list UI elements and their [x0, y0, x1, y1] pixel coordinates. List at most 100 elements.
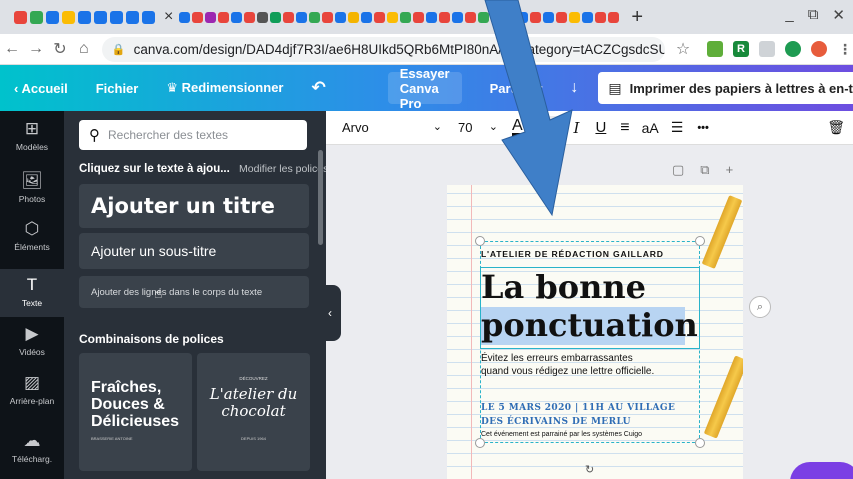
- tab-favicon-icon[interactable]: [94, 10, 107, 24]
- modify-fonts-link[interactable]: Modifier les polices: [239, 163, 328, 175]
- share-button[interactable]: Partager: [476, 81, 557, 96]
- font-combo-card-2[interactable]: DÉCOUVREZ L'atelier du chocolat DEPUIS 1…: [197, 353, 310, 471]
- extension-green-icon[interactable]: [707, 41, 723, 57]
- tab-favicon-icon[interactable]: [517, 11, 529, 23]
- duplicate-page-icon[interactable]: ⧉: [700, 162, 709, 178]
- tab-favicon-icon[interactable]: [426, 11, 438, 23]
- add-subtitle-button[interactable]: Ajouter un sous-titre: [79, 233, 309, 269]
- tab-favicon-icon[interactable]: [322, 11, 334, 23]
- tab-favicon-icon[interactable]: [62, 10, 75, 24]
- letterhead-header[interactable]: L'ATELIER DE RÉDACTION GAILLARD: [481, 249, 664, 259]
- selection-handle[interactable]: [475, 236, 485, 246]
- underline-button[interactable]: U: [595, 119, 606, 136]
- download-icon[interactable]: ↓: [556, 79, 592, 97]
- address-bar[interactable]: 🔒 canva.com/design/DAD4djf7R3I/ae6H8UIkd…: [101, 36, 666, 62]
- font-size-dropdown[interactable]: 70 ⌄: [458, 120, 498, 135]
- tab-favicon-icon[interactable]: [335, 11, 347, 23]
- tab-favicon-icon[interactable]: [413, 11, 425, 23]
- tab-favicon-icon[interactable]: [46, 10, 59, 24]
- tab-favicon-icon[interactable]: [244, 11, 256, 23]
- home-icon[interactable]: ⌂: [72, 40, 96, 58]
- tab-favicon-icon[interactable]: [465, 11, 477, 23]
- rail-item-1[interactable]: 🖼 Photos: [0, 171, 64, 211]
- tab-favicon-icon[interactable]: [30, 10, 43, 24]
- rail-item-4[interactable]: ▶ Vidéos: [0, 324, 64, 364]
- collapse-panel-button[interactable]: ‹: [319, 285, 341, 341]
- panel-scrollbar[interactable]: [318, 150, 323, 245]
- selection-handle[interactable]: [695, 236, 705, 246]
- tab-favicon-icon[interactable]: [78, 10, 91, 24]
- font-dropdown[interactable]: Arvo ⌄: [342, 120, 442, 135]
- list-button[interactable]: ☰: [671, 119, 684, 136]
- extension-gray-icon[interactable]: [759, 41, 775, 57]
- tab-favicon-icon[interactable]: [504, 11, 516, 23]
- rail-item-3[interactable]: T Texte: [0, 269, 64, 317]
- tab-favicon-icon[interactable]: [595, 11, 607, 23]
- tab-favicon-icon[interactable]: [179, 11, 191, 23]
- undo-icon[interactable]: ↶: [297, 78, 339, 98]
- selection-handle[interactable]: [475, 438, 485, 448]
- more-options-button[interactable]: •••: [697, 122, 709, 134]
- browser-menu-icon[interactable]: ⋮: [837, 41, 853, 57]
- new-tab-button[interactable]: +: [631, 6, 643, 29]
- tab-favicon-icon[interactable]: [452, 11, 464, 23]
- home-button[interactable]: ‹ Accueil: [0, 81, 82, 96]
- tab-favicons-more[interactable]: [179, 7, 621, 27]
- tab-favicon-icon[interactable]: [569, 11, 581, 23]
- try-pro-button[interactable]: Essayer Canva Pro: [387, 66, 462, 111]
- tab-favicon-icon[interactable]: [205, 11, 217, 23]
- align-button[interactable]: ≡: [620, 119, 629, 137]
- tab-favicon-icon[interactable]: [348, 11, 360, 23]
- tab-favicon-icon[interactable]: [231, 11, 243, 23]
- tab-favicon-icon[interactable]: [478, 11, 490, 23]
- rotate-icon[interactable]: ↻: [585, 463, 594, 476]
- add-body-button[interactable]: Ajouter des lignes dans le corps du text…: [79, 276, 309, 308]
- rail-item-5[interactable]: ▨ Arrière-plan: [0, 373, 64, 413]
- event-info[interactable]: LE 5 MARS 2020 | 11H AU VILLAGE DES ÉCRI…: [481, 401, 675, 429]
- tab-close-icon[interactable]: ×: [164, 8, 173, 26]
- help-button[interactable]: [790, 462, 853, 479]
- back-arrow-icon[interactable]: ←: [0, 40, 24, 58]
- page-body-text[interactable]: Évitez les erreurs embarrassantes quand …: [481, 352, 654, 378]
- italic-button[interactable]: I: [574, 119, 580, 137]
- tab-favicon-icon[interactable]: [582, 11, 594, 23]
- star-icon[interactable]: ☆: [671, 39, 695, 59]
- tab-favicon-icon[interactable]: [608, 11, 620, 23]
- minimize-button[interactable]: _: [785, 6, 793, 24]
- tab-favicon-icon[interactable]: [257, 11, 269, 23]
- note-icon[interactable]: ▢: [672, 162, 684, 178]
- forward-arrow-icon[interactable]: →: [24, 40, 48, 58]
- trash-icon[interactable]: 🗑: [827, 119, 845, 136]
- tab-favicon-icon[interactable]: [296, 11, 308, 23]
- rail-item-0[interactable]: ⊞ Modèles: [0, 119, 64, 159]
- rail-item-6[interactable]: ☁ Télécharg.: [0, 431, 64, 471]
- page-title[interactable]: La bonne ponctuation: [481, 268, 698, 344]
- tab-favicons[interactable]: [14, 7, 158, 27]
- tab-favicon-icon[interactable]: [387, 11, 399, 23]
- tab-favicon-icon[interactable]: [309, 11, 321, 23]
- rail-item-2[interactable]: ⬡ Éléments: [0, 219, 64, 259]
- tab-favicon-icon[interactable]: [283, 11, 295, 23]
- bold-button[interactable]: B: [536, 116, 562, 139]
- tab-favicon-icon[interactable]: [270, 11, 282, 23]
- print-button[interactable]: ▤ Imprimer des papiers à lettres à en-tê…: [598, 72, 853, 104]
- selection-handle[interactable]: [695, 438, 705, 448]
- tab-favicon-icon[interactable]: [556, 11, 568, 23]
- text-color-button[interactable]: A: [512, 118, 523, 136]
- add-page-icon[interactable]: +: [726, 162, 734, 178]
- restore-button[interactable]: ⧉: [808, 6, 819, 24]
- reload-icon[interactable]: ↻: [48, 39, 72, 59]
- tab-favicon-icon[interactable]: [14, 10, 27, 24]
- tab-favicon-icon[interactable]: [400, 11, 412, 23]
- extension-round-icon[interactable]: [785, 41, 801, 57]
- tab-favicon-icon[interactable]: [192, 11, 204, 23]
- extension-r-icon[interactable]: R: [733, 41, 749, 57]
- tab-favicon-icon[interactable]: [543, 11, 555, 23]
- tab-favicon-icon[interactable]: [530, 11, 542, 23]
- sponsor-text[interactable]: Cet événement est parrainé par les systè…: [481, 431, 642, 438]
- profile-avatar[interactable]: [811, 41, 827, 57]
- tab-favicon-icon[interactable]: [142, 10, 155, 24]
- font-combo-card-1[interactable]: Fraîches, Douces & Délicieuses BRASSERIE…: [79, 353, 192, 471]
- add-title-button[interactable]: Ajouter un titre: [79, 184, 309, 228]
- letter-case-button[interactable]: aA: [642, 120, 659, 136]
